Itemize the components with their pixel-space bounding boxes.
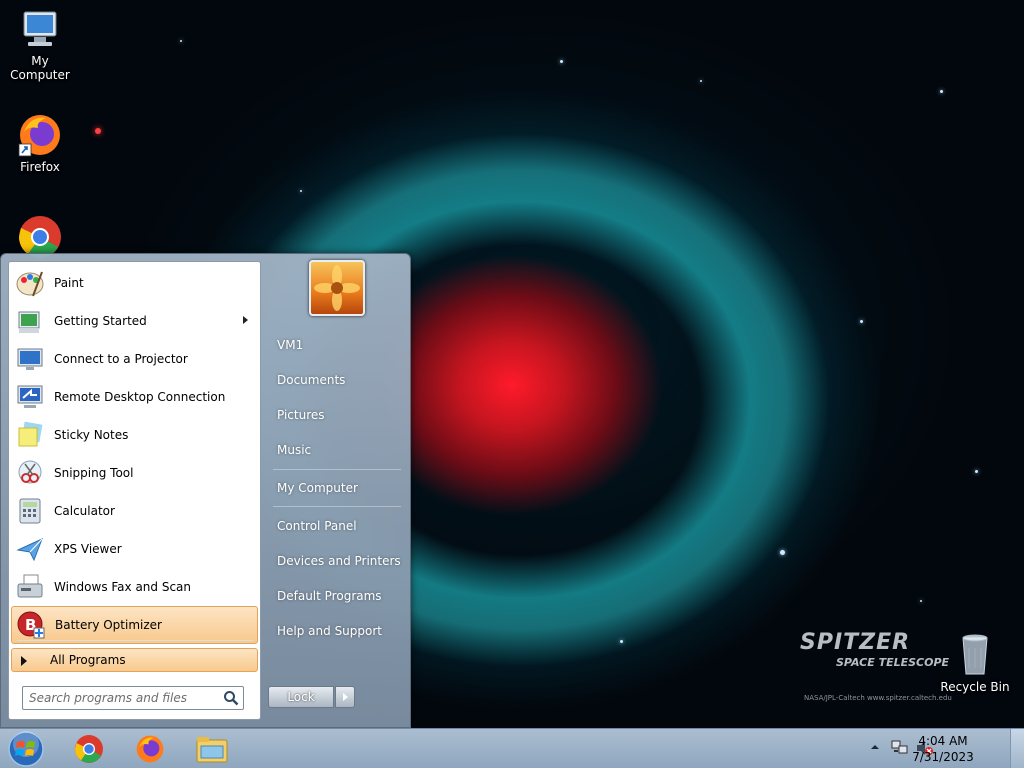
- desktop-icon-label: Firefox: [20, 160, 60, 174]
- chevron-up-icon: [871, 745, 879, 749]
- places-user[interactable]: VM1: [277, 338, 303, 352]
- all-programs-label: All Programs: [50, 653, 126, 667]
- desktop-icon-firefox[interactable]: Firefox: [0, 112, 80, 174]
- program-label: Paint: [54, 276, 84, 290]
- show-desktop-button[interactable]: [1010, 729, 1024, 768]
- programs-separator: [17, 640, 253, 641]
- system-clock[interactable]: 4:04 AM 7/31/2023: [908, 733, 978, 765]
- search-programs-input[interactable]: Search programs and files: [22, 686, 244, 710]
- program-getting-started[interactable]: Getting Started: [11, 302, 258, 340]
- program-label: Getting Started: [54, 314, 147, 328]
- file-explorer-icon: [196, 737, 228, 763]
- program-label: Remote Desktop Connection: [54, 390, 226, 404]
- calculator-icon: [14, 495, 46, 527]
- fax-scan-icon: [14, 571, 46, 603]
- user-avatar[interactable]: [309, 260, 365, 316]
- flower-icon: [314, 265, 360, 311]
- program-label: Windows Fax and Scan: [54, 580, 192, 594]
- clock-time: 4:04 AM: [918, 734, 968, 748]
- program-remote-desktop[interactable]: Remote Desktop Connection: [11, 378, 258, 416]
- network-tray-icon[interactable]: [891, 740, 909, 759]
- getting-started-icon: [14, 305, 46, 337]
- battery-optimizer-icon: B: [15, 609, 47, 641]
- start-menu: Paint Getting Started Connect to a Proje…: [0, 253, 411, 728]
- firefox-icon: [18, 115, 60, 157]
- wallpaper-credit: NASA/JPL-Caltech www.spitzer.caltech.edu: [804, 694, 952, 702]
- all-programs-button[interactable]: All Programs: [11, 648, 258, 672]
- places-pictures[interactable]: Pictures: [277, 408, 325, 422]
- sticky-notes-icon: [14, 419, 46, 451]
- firefox-icon: [136, 735, 164, 763]
- program-label: Connect to a Projector: [54, 352, 188, 366]
- desktop-icon-label: Recycle Bin: [940, 680, 1010, 694]
- program-label: Battery Optimizer: [55, 618, 162, 632]
- places-music[interactable]: Music: [277, 443, 311, 457]
- program-label: XPS Viewer: [54, 542, 122, 556]
- program-fax-scan[interactable]: Windows Fax and Scan: [11, 568, 258, 606]
- triangle-right-icon: [343, 693, 348, 701]
- start-button[interactable]: [4, 730, 48, 768]
- remote-desktop-icon: [14, 381, 46, 413]
- program-label: Sticky Notes: [54, 428, 129, 442]
- lock-options-button[interactable]: [335, 686, 355, 708]
- program-xps-viewer[interactable]: XPS Viewer: [11, 530, 258, 568]
- submenu-arrow-icon: [243, 316, 248, 324]
- clock-date: 7/31/2023: [912, 750, 974, 764]
- show-hidden-icons-button[interactable]: [870, 741, 880, 755]
- triangle-right-icon: [21, 656, 27, 666]
- computer-icon: [23, 11, 57, 46]
- start-menu-programs-pane: Paint Getting Started Connect to a Proje…: [8, 261, 261, 720]
- program-label: Calculator: [54, 504, 115, 518]
- start-menu-places-pane: VM1 Documents Pictures Music My Computer…: [263, 254, 411, 724]
- places-default-programs[interactable]: Default Programs: [277, 589, 382, 603]
- taskbar-chrome[interactable]: [63, 732, 115, 766]
- program-battery-optimizer[interactable]: B Battery Optimizer: [11, 606, 258, 644]
- program-connect-projector[interactable]: Connect to a Projector: [11, 340, 258, 378]
- taskbar: 4:04 AM 7/31/2023: [0, 728, 1024, 768]
- program-label: Snipping Tool: [54, 466, 134, 480]
- wallpaper-subtitle: SPACE TELESCOPE: [836, 656, 950, 669]
- places-devices-printers[interactable]: Devices and Printers: [277, 554, 401, 568]
- snipping-tool-icon: [14, 457, 46, 489]
- chrome-icon: [75, 735, 103, 763]
- places-separator: [273, 506, 401, 507]
- taskbar-file-explorer[interactable]: [186, 732, 238, 766]
- places-control-panel[interactable]: Control Panel: [277, 519, 357, 533]
- places-my-computer[interactable]: My Computer: [277, 481, 358, 495]
- search-placeholder: Search programs and files: [29, 691, 187, 705]
- taskbar-firefox[interactable]: [124, 732, 176, 766]
- recycle-bin-icon: [962, 634, 988, 675]
- wallpaper-brand: SPITZER: [800, 630, 911, 655]
- places-documents[interactable]: Documents: [277, 373, 345, 387]
- network-icon: [891, 740, 908, 754]
- desktop-icon-label: My Computer: [10, 54, 70, 82]
- places-help-support[interactable]: Help and Support: [277, 624, 382, 638]
- program-sticky-notes[interactable]: Sticky Notes: [11, 416, 258, 454]
- paint-icon: [14, 267, 46, 299]
- program-paint[interactable]: Paint: [11, 264, 258, 302]
- program-snipping-tool[interactable]: Snipping Tool: [11, 454, 258, 492]
- program-calculator[interactable]: Calculator: [11, 492, 258, 530]
- search-icon[interactable]: [223, 690, 239, 706]
- xps-viewer-icon: [14, 533, 46, 565]
- places-separator: [273, 469, 401, 470]
- desktop-icon-my-computer[interactable]: My Computer: [0, 8, 80, 82]
- lock-button[interactable]: Lock: [268, 686, 334, 708]
- projector-icon: [14, 343, 46, 375]
